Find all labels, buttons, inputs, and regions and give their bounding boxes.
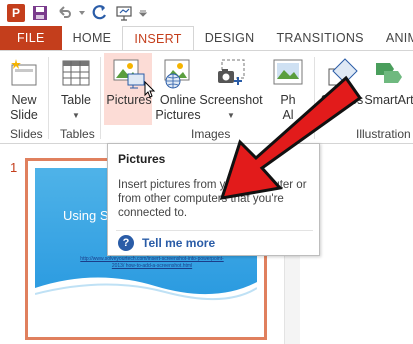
powerpoint-window: P FILE HOME INSERT DESIGN TRANSITIONS AN… <box>0 0 413 344</box>
screenshot-icon <box>214 55 248 91</box>
group-separator <box>100 57 101 139</box>
group-label-illustrations: Illustration <box>356 127 411 141</box>
table-button[interactable]: Table ▼ <box>56 55 96 123</box>
tooltip-body: Insert pictures from your computer or fr… <box>118 179 307 219</box>
help-icon: ? <box>118 235 134 251</box>
tell-me-more-link[interactable]: ? Tell me more <box>118 235 215 251</box>
smartart-icon <box>372 55 406 91</box>
undo-icon[interactable] <box>54 3 74 23</box>
smartart-button[interactable]: SmartArt <box>364 55 413 108</box>
tell-me-more-label: Tell me more <box>142 236 216 250</box>
table-dropdown-icon: ▼ <box>72 111 80 120</box>
slide-link[interactable]: http://www.solveyourtech.com/insert-scre… <box>77 256 227 270</box>
photo-album-button[interactable]: Ph Al <box>268 55 308 123</box>
slide-number: 1 <box>10 160 18 175</box>
group-separator <box>314 57 315 139</box>
tab-transitions[interactable]: TRANSITIONS <box>265 26 374 50</box>
tab-insert[interactable]: INSERT <box>122 26 194 51</box>
new-slide-label-1: New <box>11 93 37 107</box>
quick-access-toolbar: P <box>0 0 413 26</box>
undo-dropdown-icon[interactable] <box>78 3 86 23</box>
new-slide-label-2: Slide <box>10 108 38 122</box>
shapes-label: Shapes <box>320 93 364 107</box>
shapes-icon <box>325 55 359 91</box>
screenshot-button[interactable]: Screenshot ▼ <box>199 55 263 123</box>
pictures-tooltip: Pictures Insert pictures from your compu… <box>107 143 320 256</box>
tab-design[interactable]: DESIGN <box>194 26 266 50</box>
tab-file[interactable]: FILE <box>0 26 62 50</box>
shapes-button[interactable]: Shapes <box>320 55 364 108</box>
group-label-images: Images <box>191 127 231 141</box>
slide-title: Using S <box>63 208 109 223</box>
tab-home[interactable]: HOME <box>62 26 123 50</box>
online-pictures-label-2: Pictures <box>155 108 201 122</box>
slide-wave-decoration <box>35 277 257 330</box>
photo-album-label-2: Al <box>282 108 294 122</box>
screenshot-dropdown-icon: ▼ <box>227 111 235 120</box>
group-separator <box>48 57 49 139</box>
customize-toolbar-icon[interactable] <box>138 3 148 23</box>
online-pictures-button[interactable]: Online Pictures <box>155 55 201 123</box>
group-label-slides: Slides <box>10 127 43 141</box>
new-slide-button[interactable]: New Slide <box>6 55 42 123</box>
photo-album-label-1: Ph <box>280 93 296 107</box>
smartart-label: SmartArt <box>364 93 413 107</box>
group-label-tables: Tables <box>60 127 95 141</box>
presentation-icon[interactable] <box>114 3 134 23</box>
ribbon-tabs: FILE HOME INSERT DESIGN TRANSITIONS ANIM… <box>0 26 413 51</box>
pictures-icon <box>112 55 146 91</box>
online-pictures-label-1: Online <box>159 93 197 107</box>
photo-album-icon <box>271 55 305 91</box>
table-icon <box>59 55 93 91</box>
screenshot-label: Screenshot <box>199 93 263 107</box>
redo-icon[interactable] <box>90 3 110 23</box>
insert-ribbon: New Slide Slides Table ▼ Tables Pictures <box>0 50 413 144</box>
powerpoint-logo-icon[interactable]: P <box>6 3 26 23</box>
table-label: Table <box>61 93 91 107</box>
tooltip-title: Pictures <box>118 152 166 166</box>
tab-animations[interactable]: ANIMA <box>375 26 413 50</box>
save-icon[interactable] <box>30 3 50 23</box>
online-pictures-icon <box>161 55 195 91</box>
new-slide-icon <box>7 55 41 91</box>
tooltip-divider <box>116 230 313 231</box>
